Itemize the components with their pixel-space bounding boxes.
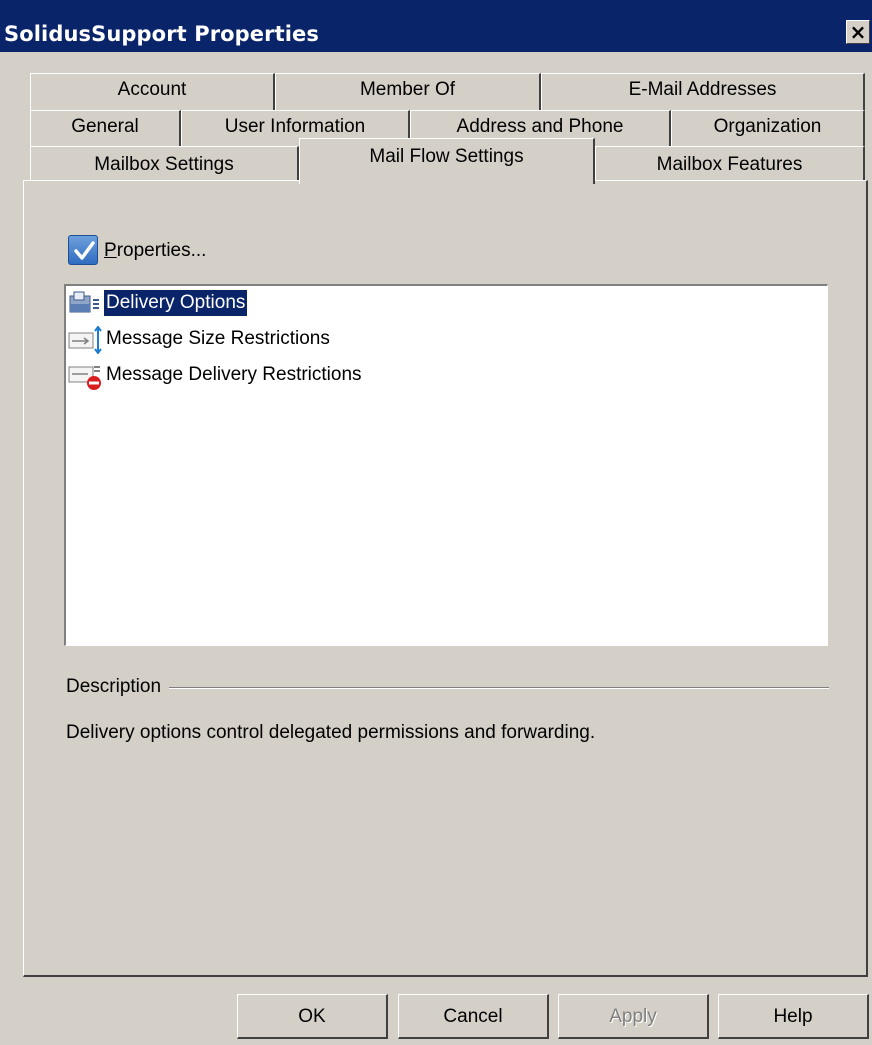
checkmark-icon — [74, 241, 95, 260]
property-list[interactable]: Delivery Options Message Size Restrictio… — [64, 284, 828, 646]
description-divider — [66, 687, 829, 689]
description-group: Description — [66, 676, 829, 700]
tab-member-of[interactable]: Member Of — [275, 73, 541, 113]
delivery-restrictions-icon — [68, 366, 101, 390]
tab-account[interactable]: Account — [30, 73, 275, 113]
apply-button[interactable]: Apply — [558, 994, 709, 1039]
close-icon: × — [849, 20, 867, 44]
list-item-label: Message Delivery Restrictions — [106, 364, 362, 385]
description-label: Description — [66, 676, 170, 698]
tab-mail-flow-settings[interactable]: Mail Flow Settings — [299, 138, 595, 184]
properties-checkbox-label: Properties... — [104, 240, 207, 261]
message-size-icon — [68, 326, 102, 354]
window-title: SolidusSupport Properties — [4, 22, 319, 46]
tab-email-addresses[interactable]: E-Mail Addresses — [541, 73, 865, 113]
title-bar: SolidusSupport Properties × — [0, 0, 872, 52]
list-item-label: Message Size Restrictions — [106, 328, 330, 349]
close-button[interactable]: × — [846, 20, 870, 44]
tab-mailbox-settings[interactable]: Mailbox Settings — [30, 146, 299, 182]
delivery-options-icon — [69, 291, 99, 313]
tab-general[interactable]: General — [30, 110, 181, 150]
list-item-label: Delivery Options — [102, 289, 249, 317]
tab-organization[interactable]: Organization — [671, 110, 865, 150]
tab-mailbox-features[interactable]: Mailbox Features — [595, 146, 865, 182]
cancel-button[interactable]: Cancel — [398, 994, 549, 1039]
ok-button[interactable]: OK — [237, 994, 388, 1039]
help-button[interactable]: Help — [718, 994, 869, 1039]
properties-checkbox[interactable] — [68, 235, 98, 265]
description-text: Delivery options control delegated permi… — [66, 722, 596, 743]
